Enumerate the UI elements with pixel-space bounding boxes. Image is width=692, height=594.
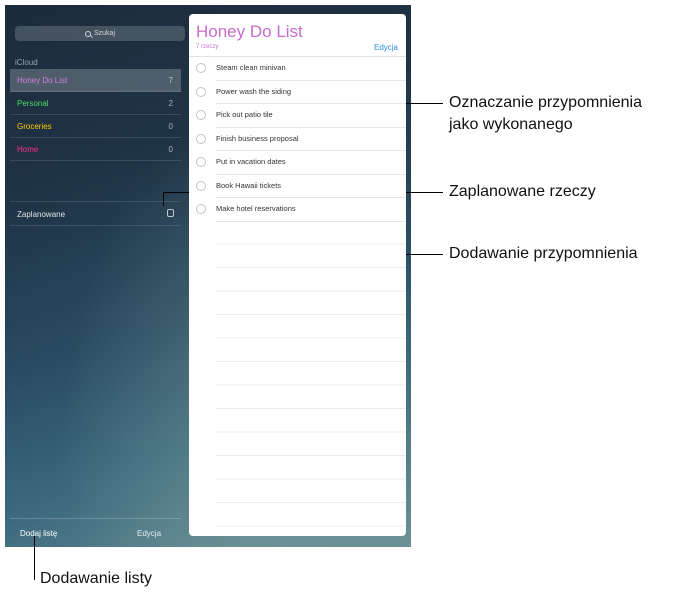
reminder-text: Book Hawaii tickets [216,180,282,190]
sidebar-list-personal[interactable]: Personal 2 [10,92,181,115]
search-field[interactable]: Szukaj [15,26,185,41]
scheduled-list-row[interactable]: Zaplanowane [10,201,181,226]
list-count: 2 [168,99,173,108]
callout-add-reminder: Dodawanie przypomnienia [449,245,638,262]
callout-add-list: Dodawanie listy [40,570,153,587]
reminder-row[interactable]: Power wash the siding [189,81,406,104]
sidebar-edit-button[interactable]: Edycja [137,529,161,538]
reminder-list-panel: Honey Do List 7 rzeczy Edycja Steam clea… [189,14,406,536]
complete-circle-icon[interactable] [196,63,206,73]
list-name: Honey Do List [17,76,68,85]
new-reminder-area[interactable] [216,221,406,536]
search-icon [84,30,91,37]
reminder-rows: Steam clean minivan Power wash the sidin… [189,57,406,222]
list-name: Home [17,145,39,154]
sidebar-list-honey-do[interactable]: Honey Do List 7 [10,69,181,92]
list-name: Groceries [17,122,52,131]
sidebar-list-groceries[interactable]: Groceries 0 [10,115,181,138]
list-count: 0 [168,145,173,154]
callout-line-1: Oznaczanie przypomnienia [449,94,642,111]
reminder-text: Steam clean minivan [216,63,286,72]
complete-circle-icon[interactable] [196,110,206,120]
list-name: Personal [17,99,49,108]
reminder-row[interactable]: Pick out patio tile [189,104,406,128]
reminder-text: Power wash the siding [216,86,292,96]
search-placeholder: Szukaj [93,30,115,37]
callout-mark-complete: Oznaczanie przypomnienia jako wykonanego [449,92,642,136]
reminder-row[interactable]: Make hotel reservations [189,198,406,222]
reminder-row[interactable]: Steam clean minivan [189,57,406,81]
callout-line-2: jako wykonanego [449,116,573,133]
complete-circle-icon[interactable] [196,133,206,144]
list-item-count: 7 rzeczy [196,44,219,50]
list-title: Honey Do List [196,22,303,41]
complete-circle-icon[interactable] [196,204,206,214]
icloud-section-header: iCloud [15,58,38,67]
list-count: 7 [168,76,173,85]
alarm-clock-icon[interactable] [167,209,174,217]
reminder-row[interactable]: Finish business proposal [189,128,406,151]
reminder-row[interactable]: Put in vacation dates [189,151,406,175]
reminder-text: Put in vacation dates [216,157,286,166]
reminder-row[interactable]: Book Hawaii tickets [189,175,406,198]
reminder-text: Pick out patio tile [216,110,273,119]
reminder-text: Make hotel reservations [216,204,296,213]
list-edit-button[interactable]: Edycja [374,43,398,52]
callout-scheduled: Zaplanowane rzeczy [449,183,596,200]
scheduled-label: Zaplanowane [17,210,66,219]
sidebar-toolbar: Dodaj listę Edycja [10,518,181,547]
annotated-screenshot: Szukaj iCloud Honey Do List 7 Personal 2… [0,0,692,594]
reminder-text: Finish business proposal [216,133,299,143]
add-list-button[interactable]: Dodaj listę [20,529,57,538]
sidebar-list-home[interactable]: Home 0 [10,138,181,161]
complete-circle-icon[interactable] [196,86,206,97]
complete-circle-icon[interactable] [196,157,206,167]
complete-circle-icon[interactable] [196,180,206,191]
list-count: 0 [168,122,173,131]
